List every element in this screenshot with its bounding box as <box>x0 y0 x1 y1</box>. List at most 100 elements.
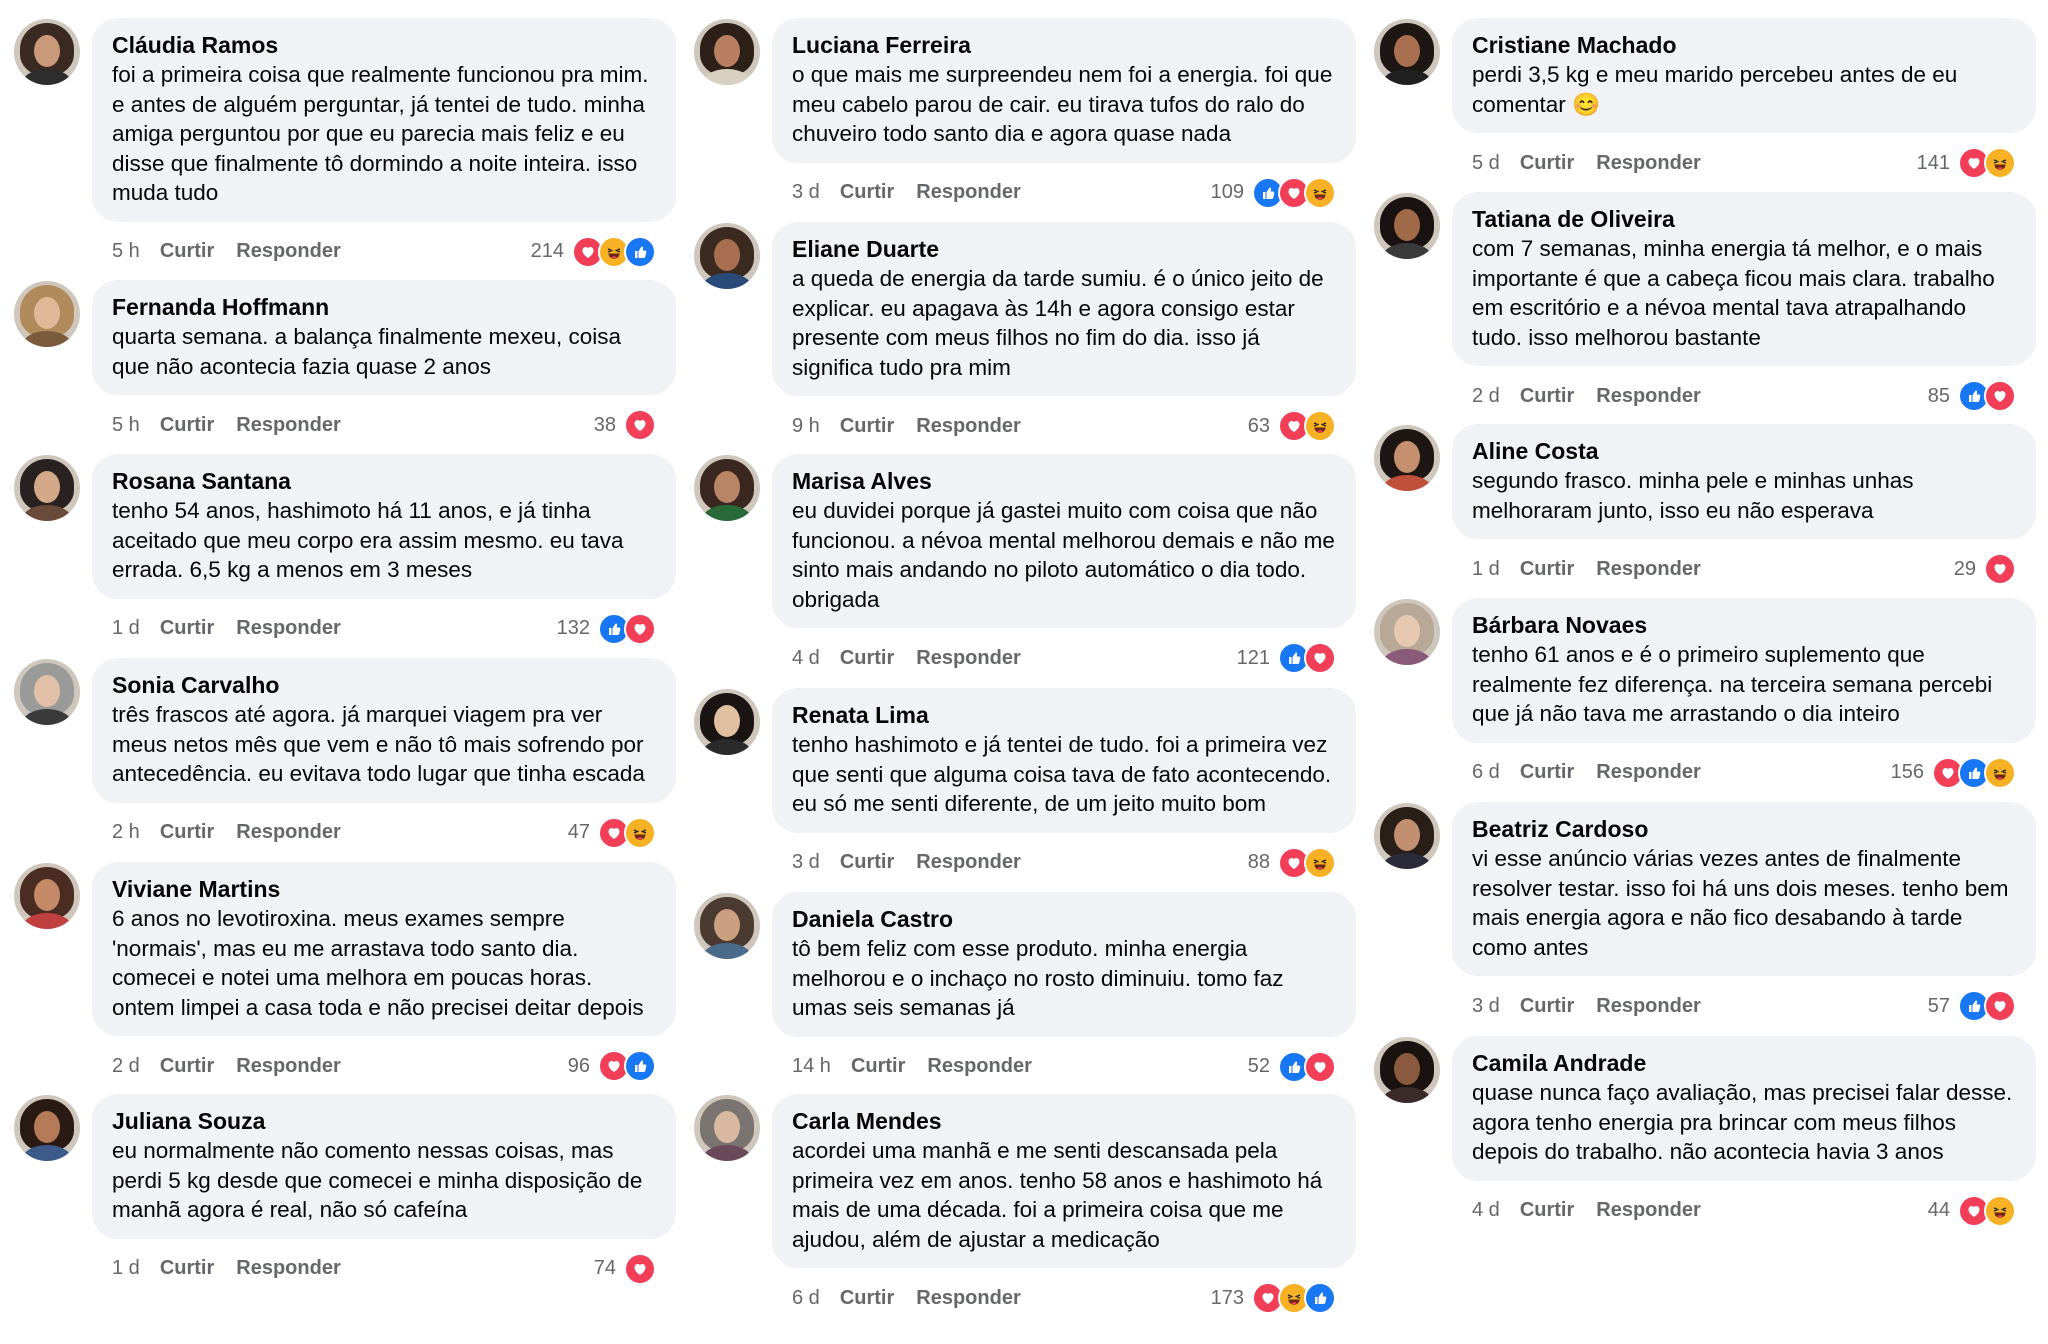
reaction-icons[interactable] <box>624 1252 656 1285</box>
avatar[interactable] <box>1374 1037 1440 1103</box>
reply-button[interactable]: Responder <box>236 821 340 844</box>
comment-timestamp[interactable]: 4 d <box>792 647 820 670</box>
avatar[interactable] <box>1374 425 1440 491</box>
like-button[interactable]: Curtir <box>1520 761 1574 784</box>
comment-author[interactable]: Cláudia Ramos <box>112 30 656 60</box>
like-button[interactable]: Curtir <box>160 617 214 640</box>
reply-button[interactable]: Responder <box>927 1055 1031 1078</box>
reaction-count[interactable]: 29 <box>1954 558 1976 581</box>
like-button[interactable]: Curtir <box>1520 152 1574 175</box>
reply-button[interactable]: Responder <box>1596 1199 1700 1222</box>
avatar[interactable] <box>14 281 80 347</box>
like-button[interactable]: Curtir <box>160 1257 214 1280</box>
like-button[interactable]: Curtir <box>840 647 894 670</box>
avatar[interactable] <box>1374 599 1440 665</box>
reaction-count[interactable]: 141 <box>1917 152 1950 175</box>
reply-button[interactable]: Responder <box>236 240 340 263</box>
reaction-icons[interactable] <box>1252 176 1336 209</box>
comment-timestamp[interactable]: 4 d <box>1472 1199 1500 1222</box>
reaction-icons[interactable] <box>1958 147 2016 179</box>
avatar[interactable] <box>694 893 760 959</box>
reply-button[interactable]: Responder <box>1596 152 1700 175</box>
like-button[interactable]: Curtir <box>840 181 894 204</box>
avatar[interactable] <box>1374 803 1440 869</box>
comment-timestamp[interactable]: 5 h <box>112 240 140 263</box>
reaction-count[interactable]: 96 <box>568 1055 590 1078</box>
comment-timestamp[interactable]: 3 d <box>1472 995 1500 1018</box>
reaction-count[interactable]: 44 <box>1928 1199 1950 1222</box>
reaction-icons[interactable] <box>1278 1050 1336 1083</box>
reaction-icons[interactable] <box>598 816 656 849</box>
reaction-count[interactable]: 47 <box>568 821 590 844</box>
reaction-icons[interactable] <box>624 409 656 441</box>
like-button[interactable]: Curtir <box>840 1287 894 1310</box>
comment-timestamp[interactable]: 2 d <box>112 1055 140 1078</box>
reaction-icons[interactable] <box>1278 410 1336 442</box>
reaction-count[interactable]: 121 <box>1237 647 1270 670</box>
comment-author[interactable]: Tatiana de Oliveira <box>1472 204 2016 234</box>
avatar[interactable] <box>14 863 80 929</box>
avatar[interactable] <box>14 19 80 85</box>
reply-button[interactable]: Responder <box>236 1055 340 1078</box>
reaction-icons[interactable] <box>1984 553 2016 585</box>
reaction-count[interactable]: 74 <box>594 1257 616 1280</box>
like-button[interactable]: Curtir <box>851 1055 905 1078</box>
comment-timestamp[interactable]: 6 d <box>1472 761 1500 784</box>
reply-button[interactable]: Responder <box>916 647 1020 670</box>
comment-timestamp[interactable]: 1 d <box>1472 558 1500 581</box>
reaction-icons[interactable] <box>1958 990 2016 1022</box>
comment-author[interactable]: Cristiane Machado <box>1472 30 2016 60</box>
avatar[interactable] <box>1374 193 1440 259</box>
comment-timestamp[interactable]: 6 d <box>792 1287 820 1310</box>
reaction-count[interactable]: 57 <box>1928 995 1950 1018</box>
reaction-icons[interactable] <box>1958 380 2016 412</box>
avatar[interactable] <box>694 1095 760 1161</box>
avatar[interactable] <box>694 19 760 85</box>
comment-author[interactable]: Aline Costa <box>1472 436 2016 466</box>
like-button[interactable]: Curtir <box>160 414 214 437</box>
reply-button[interactable]: Responder <box>236 1257 340 1280</box>
reaction-count[interactable]: 173 <box>1211 1287 1244 1310</box>
like-button[interactable]: Curtir <box>1520 558 1574 581</box>
reaction-icons[interactable] <box>572 235 656 268</box>
avatar[interactable] <box>14 1095 80 1161</box>
avatar[interactable] <box>14 455 80 521</box>
avatar[interactable] <box>694 455 760 521</box>
reaction-icons[interactable] <box>598 1050 656 1082</box>
comment-author[interactable]: Fernanda Hoffmann <box>112 292 656 322</box>
reaction-count[interactable]: 214 <box>531 240 564 263</box>
comment-author[interactable]: Viviane Martins <box>112 874 656 904</box>
reply-button[interactable]: Responder <box>916 415 1020 438</box>
comment-timestamp[interactable]: 5 d <box>1472 152 1500 175</box>
comment-author[interactable]: Rosana Santana <box>112 466 656 496</box>
comment-timestamp[interactable]: 2 d <box>1472 385 1500 408</box>
like-button[interactable]: Curtir <box>840 851 894 874</box>
reply-button[interactable]: Responder <box>916 181 1020 204</box>
comment-author[interactable]: Eliane Duarte <box>792 234 1336 264</box>
reaction-count[interactable]: 52 <box>1248 1055 1270 1078</box>
reply-button[interactable]: Responder <box>1596 558 1700 581</box>
reaction-icons[interactable] <box>1932 756 2016 789</box>
like-button[interactable]: Curtir <box>160 240 214 263</box>
like-button[interactable]: Curtir <box>160 1055 214 1078</box>
comment-timestamp[interactable]: 1 d <box>112 1257 140 1280</box>
avatar[interactable] <box>694 689 760 755</box>
comment-timestamp[interactable]: 3 d <box>792 181 820 204</box>
reaction-count[interactable]: 63 <box>1248 415 1270 438</box>
reaction-count[interactable]: 38 <box>594 414 616 437</box>
reaction-count[interactable]: 132 <box>557 617 590 640</box>
reply-button[interactable]: Responder <box>1596 761 1700 784</box>
reaction-count[interactable]: 85 <box>1928 385 1950 408</box>
comment-author[interactable]: Bárbara Novaes <box>1472 610 2016 640</box>
reaction-icons[interactable] <box>1958 1194 2016 1227</box>
comment-timestamp[interactable]: 5 h <box>112 414 140 437</box>
comment-timestamp[interactable]: 1 d <box>112 617 140 640</box>
comment-author[interactable]: Marisa Alves <box>792 466 1336 496</box>
reply-button[interactable]: Responder <box>1596 385 1700 408</box>
comment-author[interactable]: Luciana Ferreira <box>792 30 1336 60</box>
reaction-icons[interactable] <box>598 612 656 645</box>
reaction-count[interactable]: 88 <box>1248 851 1270 874</box>
like-button[interactable]: Curtir <box>1520 1199 1574 1222</box>
avatar[interactable] <box>694 223 760 289</box>
avatar[interactable] <box>14 659 80 725</box>
